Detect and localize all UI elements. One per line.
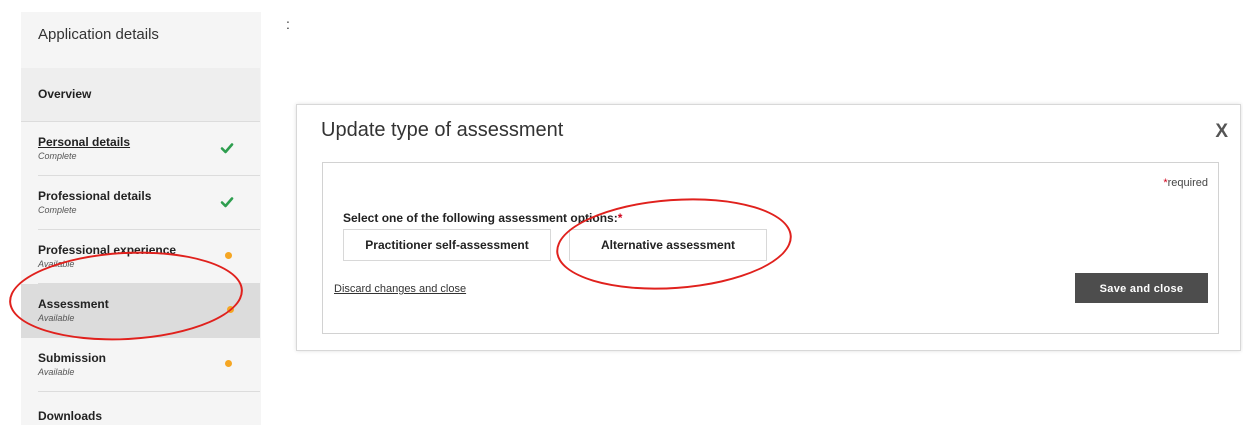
sidebar-item-status: Available — [38, 367, 75, 377]
close-icon[interactable]: X — [1215, 121, 1228, 143]
status-dot-icon — [225, 360, 232, 367]
required-label: required — [1167, 177, 1208, 189]
update-assessment-modal: Update type of assessment X *required Se… — [296, 104, 1241, 351]
status-dot-icon — [227, 306, 234, 313]
sidebar-item-status: Available — [38, 313, 75, 323]
sidebar-item-professional-details[interactable]: Professional details Complete — [38, 176, 260, 230]
application-sidebar: Application details Overview Personal de… — [21, 12, 261, 425]
sidebar-item-label: Assessment — [38, 297, 109, 311]
sidebar-item-personal-details[interactable]: Personal details Complete — [38, 122, 260, 176]
sidebar-item-overview[interactable]: Overview — [21, 68, 260, 122]
sidebar-item-assessment[interactable]: Assessment Available — [21, 284, 260, 338]
sidebar-item-label[interactable]: Personal details — [38, 135, 130, 149]
checkmark-icon — [220, 143, 234, 154]
checkmark-icon — [220, 197, 234, 208]
sidebar-item-label: Professional details — [38, 189, 152, 203]
background-page-fragment: : — [286, 16, 290, 32]
sidebar-item-status: Available — [38, 259, 75, 269]
discard-link[interactable]: Discard changes and close — [334, 283, 466, 295]
option-alternative-assessment[interactable]: Alternative assessment — [569, 229, 767, 261]
sidebar-nav: Overview Personal details Complete Profe… — [21, 68, 260, 436]
sidebar-item-professional-experience[interactable]: Professional experience Available — [38, 230, 260, 284]
modal-body: *required Select one of the following as… — [322, 162, 1219, 334]
sidebar-item-submission[interactable]: Submission Available — [38, 338, 260, 392]
sidebar-item-label: Overview — [38, 87, 92, 101]
modal-title: Update type of assessment — [321, 119, 564, 141]
save-and-close-button[interactable]: Save and close — [1075, 273, 1208, 303]
required-note: *required — [1163, 177, 1208, 189]
sidebar-title: Application details — [38, 26, 159, 43]
question-label: Select one of the following assessment o… — [343, 211, 618, 225]
status-dot-icon — [225, 252, 232, 259]
sidebar-item-label: Submission — [38, 351, 107, 365]
sidebar-item-status: Complete — [38, 205, 77, 215]
sidebar-item-label: Professional experience — [38, 243, 177, 257]
sidebar-item-downloads[interactable]: Downloads — [38, 392, 260, 436]
required-star: * — [617, 211, 623, 225]
assessment-question: Select one of the following assessment o… — [343, 211, 622, 225]
sidebar-item-status: Complete — [38, 151, 77, 161]
sidebar-item-label: Downloads — [38, 409, 103, 423]
option-practitioner-self-assessment[interactable]: Practitioner self-assessment — [343, 229, 551, 261]
